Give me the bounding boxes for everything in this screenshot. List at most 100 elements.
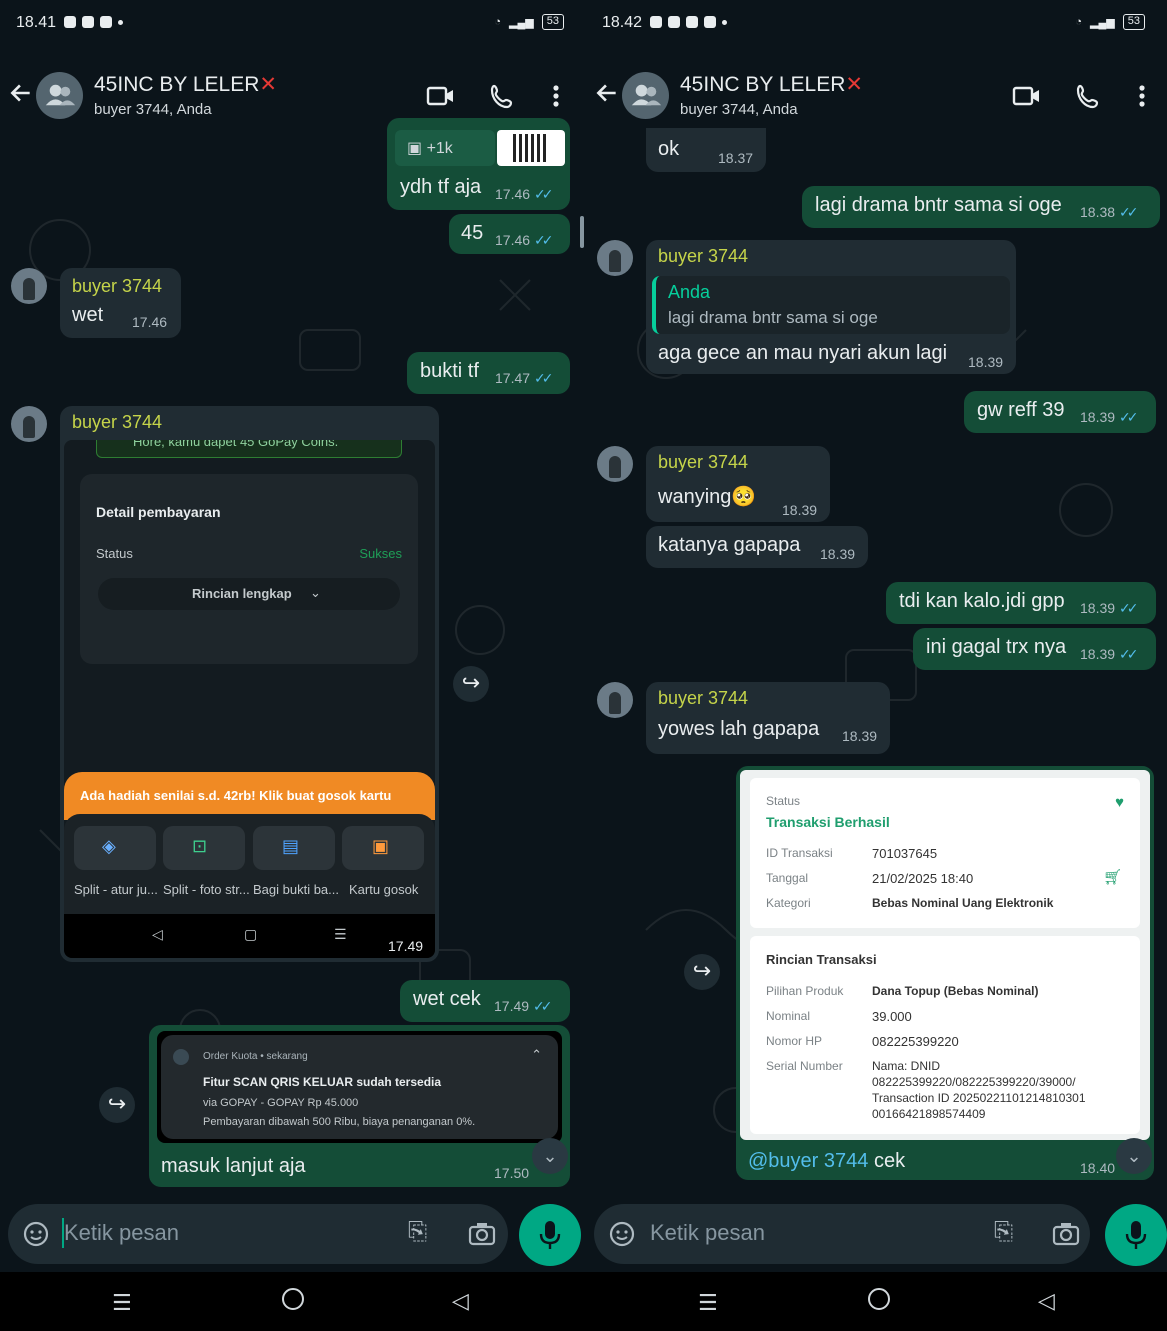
outgoing-message[interactable]: ini gagal trx nya 18.39 ✓✓ xyxy=(913,628,1156,670)
more-options-icon[interactable] xyxy=(546,82,566,110)
promo-banner[interactable]: Ada hadiah senilai s.d. 42rb! Klik buat … xyxy=(64,772,435,820)
scroll-down-icon[interactable]: ⌄ xyxy=(532,1138,568,1174)
incoming-message[interactable]: buyer 3744 wanying🥺 18.39 xyxy=(646,446,830,522)
camera-icon[interactable] xyxy=(468,1222,496,1246)
message-time: 17.46 xyxy=(132,314,168,330)
voice-record-button[interactable] xyxy=(519,1204,581,1266)
group-avatar[interactable] xyxy=(36,72,83,119)
voice-record-button[interactable] xyxy=(1105,1204,1167,1266)
outgoing-message[interactable]: bukti tf 17.47 ✓✓ xyxy=(407,352,570,394)
status-bar: 18.42 ◔ ▂▄▆ 53 xyxy=(586,0,1167,46)
group-avatar[interactable] xyxy=(622,72,669,119)
notification-screenshot[interactable]: Order Kuota • sekarang ⌃ Fitur SCAN QRIS… xyxy=(157,1031,562,1143)
payment-screenshot[interactable]: Hore, kamu dapet 45 GoPay Coins. Detail … xyxy=(64,440,435,958)
read-ticks-icon: ✓✓ xyxy=(533,998,553,1014)
outgoing-message[interactable]: lagi drama bntr sama si oge 18.38 ✓✓ xyxy=(802,186,1160,228)
message-text: gw reff 39 xyxy=(977,399,1065,421)
message-meta: 17.47 ✓✓ xyxy=(495,370,554,386)
read-ticks-icon: ✓✓ xyxy=(1119,204,1139,220)
transaction-screenshot[interactable]: Status Transaksi Berhasil ♥ ID Transaksi… xyxy=(740,770,1150,1140)
message-text: ini gagal trx nya xyxy=(926,636,1067,658)
recents-icon[interactable]: ☰ xyxy=(112,1290,132,1316)
scroll-down-icon[interactable]: ⌄ xyxy=(1116,1138,1152,1174)
sender-name[interactable]: buyer 3744 xyxy=(658,688,748,709)
attach-icon[interactable]: ⎘ xyxy=(994,1218,1013,1246)
home-icon[interactable] xyxy=(868,1288,890,1310)
transaction-status-card: Status Transaksi Berhasil ♥ ID Transaksi… xyxy=(750,778,1140,928)
details-button[interactable]: Rincian lengkap ⌄ xyxy=(98,578,400,610)
incoming-image-message[interactable]: buyer 3744 Hore, kamu dapet 45 GoPay Coi… xyxy=(60,406,439,962)
back-arrow-icon[interactable] xyxy=(594,80,620,106)
group-members: buyer 3744, Anda xyxy=(94,101,212,118)
group-title[interactable]: 45INC BY LELER✕ xyxy=(94,72,277,97)
avatar[interactable] xyxy=(597,446,633,482)
incoming-message[interactable]: buyer 3744 wet 17.46 xyxy=(60,268,181,338)
incoming-message[interactable]: katanya gapapa 18.39 xyxy=(646,526,868,568)
more-options-icon[interactable] xyxy=(1132,82,1152,110)
voice-call-icon[interactable] xyxy=(1074,82,1104,110)
message-input[interactable]: Ketik pesan ⎘ xyxy=(594,1204,1090,1264)
video-call-icon[interactable] xyxy=(426,82,456,110)
video-call-icon[interactable] xyxy=(1012,82,1042,110)
avatar[interactable] xyxy=(11,268,47,304)
sender-name[interactable]: buyer 3744 xyxy=(72,276,162,297)
avatar[interactable] xyxy=(597,682,633,718)
scrollbar[interactable] xyxy=(580,216,584,248)
back-icon[interactable]: ◁ xyxy=(1038,1288,1055,1314)
camera-icon[interactable] xyxy=(1052,1222,1080,1246)
image-icon: ▣ xyxy=(407,140,427,157)
message-meta: 17.49 ✓✓ xyxy=(494,998,553,1014)
forward-icon[interactable]: ↪ xyxy=(453,666,489,702)
system-navigation-bar: ☰ ◁ xyxy=(0,1272,586,1331)
message-time: 18.39 xyxy=(968,354,1004,370)
outgoing-message-with-image[interactable]: ▣ +1k ydh tf aja 17.46 ✓✓ xyxy=(387,118,570,210)
incoming-reply-message[interactable]: buyer 3744 Anda lagi drama bntr sama si … xyxy=(646,240,1016,374)
message-time: 17.49 xyxy=(388,938,424,954)
message-input[interactable]: Ketik pesan ⎘ xyxy=(8,1204,508,1264)
outgoing-image-message[interactable]: Order Kuota • sekarang ⌃ Fitur SCAN QRIS… xyxy=(149,1025,570,1187)
group-title[interactable]: 45INC BY LELER✕ xyxy=(680,72,863,97)
group-icon xyxy=(45,84,76,106)
image-thumbnail[interactable]: ▣ +1k xyxy=(395,130,495,166)
incoming-message[interactable]: ok 18.37 xyxy=(646,128,766,172)
attach-icon[interactable]: ⎘ xyxy=(408,1218,427,1246)
back-icon[interactable]: ◁ xyxy=(452,1288,469,1314)
transaction-details-card: Rincian Transaksi Pilihan Produk Dana To… xyxy=(750,936,1140,1134)
read-ticks-icon: ✓✓ xyxy=(534,370,554,386)
avatar[interactable] xyxy=(11,406,47,442)
message-meta: 18.39 ✓✓ xyxy=(1080,600,1139,616)
cart-icon[interactable]: 🛒︎ xyxy=(1103,868,1122,886)
collapse-icon[interactable]: ⌃ xyxy=(531,1047,542,1063)
recents-icon[interactable]: ☰ xyxy=(698,1290,718,1316)
back-arrow-icon[interactable] xyxy=(8,80,34,106)
outgoing-message[interactable]: 45 17.46 ✓✓ xyxy=(449,214,570,254)
home-icon[interactable] xyxy=(282,1288,304,1310)
sender-name[interactable]: buyer 3744 xyxy=(658,246,748,267)
phone-navbar: ◁ ▢ ☰ 17.49 xyxy=(64,914,435,958)
left-chat-screen: 18.41 ◔ ▂▄▆ 53 45INC BY LELER✕ buyer 374… xyxy=(0,0,586,1331)
voice-call-icon[interactable] xyxy=(488,82,518,110)
scan-icon: ⊡ xyxy=(192,836,208,856)
forward-icon[interactable]: ↪ xyxy=(684,954,720,990)
sticker-icon[interactable] xyxy=(22,1220,50,1248)
quoted-message[interactable]: Anda lagi drama bntr sama si oge xyxy=(652,276,1010,334)
heart-icon[interactable]: ♥ xyxy=(1115,794,1124,811)
qr-thumbnail[interactable] xyxy=(497,130,565,166)
forward-icon[interactable]: ↪ xyxy=(99,1087,135,1123)
message-text: masuk lanjut aja xyxy=(161,1155,306,1177)
incoming-message[interactable]: buyer 3744 yowes lah gapapa 18.39 xyxy=(646,682,890,754)
notification-card: Order Kuota • sekarang ⌃ Fitur SCAN QRIS… xyxy=(161,1035,558,1139)
sticker-icon[interactable] xyxy=(608,1220,636,1248)
avatar[interactable] xyxy=(597,240,633,276)
outgoing-image-message[interactable]: Status Transaksi Berhasil ♥ ID Transaksi… xyxy=(736,766,1154,1180)
message-meta: 17.46 ✓✓ xyxy=(495,232,554,248)
outgoing-message[interactable]: wet cek 17.49 ✓✓ xyxy=(400,980,570,1022)
system-indicators: ◔ ▂▄▆ 53 xyxy=(1075,14,1145,30)
sender-name[interactable]: buyer 3744 xyxy=(72,412,162,433)
outgoing-message[interactable]: tdi kan kalo.jdi gpp 18.39 ✓✓ xyxy=(886,582,1156,624)
sender-name[interactable]: buyer 3744 xyxy=(658,452,748,473)
message-time: 18.39 xyxy=(820,546,856,562)
mention[interactable]: @buyer 3744 xyxy=(748,1150,868,1172)
message-text: katanya gapapa xyxy=(658,534,801,556)
outgoing-message[interactable]: gw reff 39 18.39 ✓✓ xyxy=(964,391,1156,433)
